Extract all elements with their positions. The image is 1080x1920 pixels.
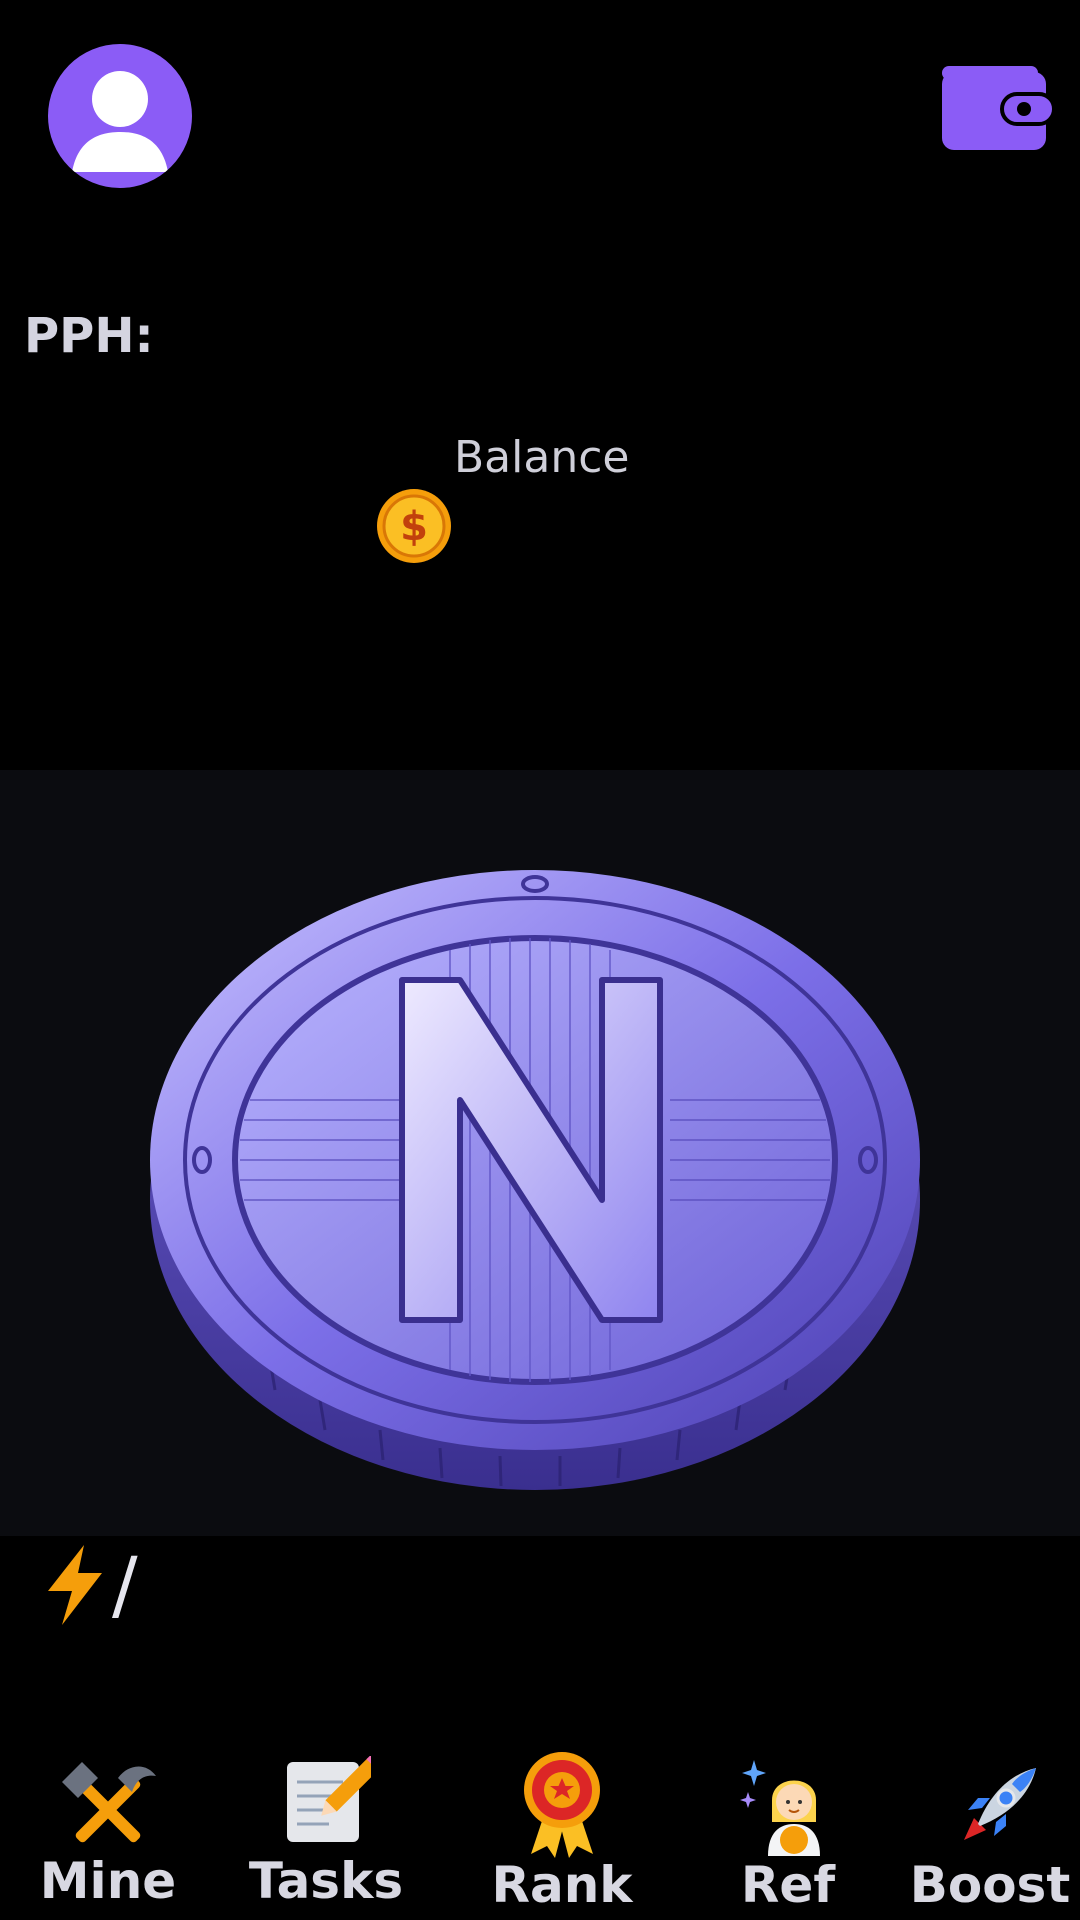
hammer-pick-icon — [62, 1762, 156, 1843]
n-coin-icon[interactable] — [140, 840, 930, 1510]
nav-label-mine: Mine — [39, 1852, 177, 1910]
tap-coin-area[interactable] — [0, 770, 1080, 1536]
lightning-icon — [48, 1544, 102, 1625]
wallet-icon — [942, 66, 1056, 150]
nav-label-rank: Rank — [491, 1856, 633, 1914]
profile-avatar-button[interactable] — [48, 44, 192, 188]
nav-label-boost: Boost — [909, 1856, 1071, 1914]
energy-indicator: / — [44, 1540, 138, 1629]
nav-item-rank[interactable]: Rank — [462, 1740, 662, 1920]
nav-item-mine[interactable]: Mine — [8, 1740, 208, 1920]
user-icon — [72, 71, 168, 172]
nav-label-tasks: Tasks — [248, 1852, 404, 1910]
pph-label: PPH: — [24, 308, 154, 364]
svg-text:$: $ — [400, 504, 428, 550]
bottom-nav: Mine Tasks Rank Ref Boost — [0, 1740, 1080, 1920]
dollar-coin-icon: $ — [377, 489, 451, 563]
energy-separator: / — [112, 1540, 138, 1629]
wallet-button[interactable] — [940, 64, 1056, 152]
astronaut-icon — [740, 1760, 820, 1856]
medal-icon — [524, 1752, 600, 1858]
nav-item-tasks[interactable]: Tasks — [226, 1740, 426, 1920]
nav-item-boost[interactable]: Boost — [900, 1740, 1080, 1920]
nav-label-ref: Ref — [740, 1856, 836, 1914]
rocket-icon — [964, 1768, 1036, 1840]
nav-item-ref[interactable]: Ref — [688, 1740, 888, 1920]
balance-label: Balance — [454, 432, 630, 483]
memo-pencil-icon — [287, 1756, 371, 1842]
app-root: PPH: Balance $ / Mine Tasks Rank Ref Boo… — [0, 0, 1080, 1920]
